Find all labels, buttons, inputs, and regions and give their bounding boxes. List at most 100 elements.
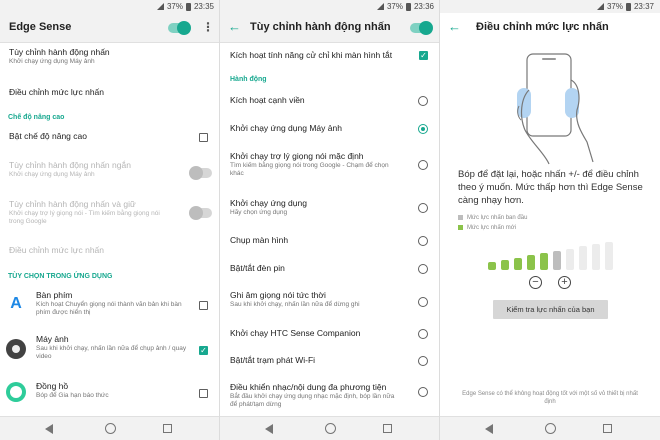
screen-adjust-force: 37% 23:37 ← Điều chỉnh mức lực nhấn Bóp …: [440, 0, 660, 440]
app-subtitle: Kích hoạt Chuyển giọng nói thành văn bản…: [36, 301, 182, 316]
decrease-force-button[interactable]: −: [529, 276, 542, 289]
nav-back-icon[interactable]: [265, 424, 273, 434]
case-footnote: Edge Sense có thể không hoạt động tốt vớ…: [462, 391, 638, 405]
action-subtitle: Hãy chọn ứng dụng: [230, 209, 288, 216]
action-title: Chụp màn hình: [230, 235, 289, 245]
nav-recent-icon[interactable]: [383, 424, 392, 433]
app-bar: ← Tùy chỉnh hành động nhấn: [220, 13, 440, 43]
force-level-bar: [488, 262, 496, 270]
edge-sense-master-toggle[interactable]: [168, 21, 191, 35]
status-bar: 37% 23:35: [0, 0, 220, 13]
keyboard-checkbox[interactable]: [199, 301, 208, 310]
item-title: Kích hoạt tính năng cử chỉ khi màn hình …: [230, 50, 393, 60]
action-radio[interactable]: [418, 297, 428, 307]
action-radio[interactable]: [418, 387, 428, 397]
long-squeeze-toggle: [189, 206, 212, 220]
app-name: Đồng hồ: [36, 381, 69, 391]
app-option-clock[interactable]: Đồng hồ Bóp để Gia hạn báo thức: [0, 381, 190, 400]
nav-home-icon[interactable]: [545, 423, 556, 434]
action-title: Khởi chạy ứng dụng: [230, 198, 307, 208]
action-item[interactable]: Ghi âm giọng nói tức thời Sau khi khởi c…: [220, 290, 400, 309]
action-item[interactable]: Khởi chạy ứng dụng Hãy chọn ứng dụng: [220, 198, 405, 217]
clock-checkbox[interactable]: [199, 389, 208, 398]
action-item[interactable]: Bật/tắt đèn pin: [220, 263, 405, 274]
clock-time: 23:35: [193, 2, 214, 11]
lock-screen-checkbox[interactable]: ✓: [419, 51, 428, 60]
battery-icon: [405, 2, 411, 11]
nav-home-icon[interactable]: [325, 423, 336, 434]
action-radio-selected[interactable]: [418, 124, 428, 134]
force-level-bar: [579, 246, 587, 270]
force-instruction: Bóp để đặt lại, hoặc nhấn +/- để điều ch…: [458, 169, 643, 206]
hand-phone-illustration: [517, 53, 594, 165]
app-option-camera[interactable]: Máy ảnh Sau khi khởi chạy, nhấn lần nữa …: [0, 334, 190, 361]
short-squeeze-item: Tùy chỉnh hành động nhấn ngắn Khởi chạy …: [0, 160, 170, 179]
action-item[interactable]: Chụp màn hình: [220, 235, 405, 246]
nav-bar: [440, 416, 660, 440]
item-title: Điều chỉnh mức lực nhấn: [9, 87, 105, 97]
action-item[interactable]: Điều khiển nhạc/nội dung đa phương tiện …: [220, 382, 398, 409]
nav-home-icon[interactable]: [105, 423, 116, 434]
page-title: Điều chỉnh mức lực nhấn: [476, 21, 609, 33]
item-title: Điều chỉnh mức lực nhấn: [9, 245, 105, 255]
action-item[interactable]: Khởi chạy trợ lý giọng nói mặc định Tìm …: [220, 151, 390, 178]
action-radio[interactable]: [418, 96, 428, 106]
action-subtitle: Bắt đầu khởi chạy ứng dụng nhạc mặc định…: [230, 393, 395, 408]
app-option-keyboard[interactable]: Bàn phím Kích hoạt Chuyển giọng nói thàn…: [0, 290, 190, 317]
back-arrow-icon[interactable]: ←: [448, 20, 461, 34]
action-item[interactable]: Khởi chạy ứng dụng Máy ảnh: [220, 123, 405, 134]
item-subtitle: Khởi chạy ứng dụng Máy ảnh: [9, 58, 95, 65]
action-radio[interactable]: [418, 160, 428, 170]
increase-force-button[interactable]: +: [558, 276, 571, 289]
action-radio[interactable]: [418, 203, 428, 213]
status-bar: 37% 23:37: [440, 0, 660, 13]
actions-section-header: Hành động: [230, 76, 267, 83]
nav-recent-icon[interactable]: [603, 424, 612, 433]
nav-bar: [0, 416, 220, 440]
action-item[interactable]: Kích hoạt cạnh viền: [220, 95, 405, 106]
item-title: Tùy chỉnh hành động nhấn ngắn: [9, 160, 131, 170]
action-item[interactable]: Bật/tắt trạm phát Wi-Fi: [220, 355, 405, 366]
back-arrow-icon[interactable]: ←: [228, 20, 241, 34]
nav-back-icon[interactable]: [485, 424, 493, 434]
advanced-mode-checkbox[interactable]: [199, 133, 208, 142]
force-level-bar: [553, 250, 561, 270]
page-title: Edge Sense: [9, 21, 72, 33]
action-radio[interactable]: [418, 236, 428, 246]
action-radio[interactable]: [418, 329, 428, 339]
force-level-bar: [540, 253, 548, 270]
force-level-bar: [514, 257, 522, 270]
legend-new-label: Mức lực nhấn mới: [467, 225, 516, 232]
long-squeeze-item: Tùy chỉnh hành động nhấn và giữ Khởi chạ…: [0, 199, 170, 226]
nav-back-icon[interactable]: [45, 424, 53, 434]
item-title: Tùy chỉnh hành động nhấn và giữ: [9, 199, 136, 209]
app-options-section-header: TÙY CHỌN TRONG ỨNG DỤNG: [8, 273, 113, 280]
action-title: Điều khiển nhạc/nội dung đa phương tiện: [230, 382, 387, 392]
custom-squeeze-item[interactable]: Tùy chỉnh hành động nhấn Khởi chạy ứng d…: [0, 47, 220, 66]
test-force-button[interactable]: Kiểm tra lực nhấn của bạn: [493, 300, 608, 319]
status-bar: 37% 23:36: [220, 0, 440, 13]
signal-icon: [156, 3, 164, 10]
lock-screen-gesture-item[interactable]: Kích hoạt tính năng cử chỉ khi màn hình …: [220, 50, 410, 61]
adjust-force-item[interactable]: Điều chỉnh mức lực nhấn: [0, 87, 220, 98]
action-title: Khởi chạy ứng dụng Máy ảnh: [230, 123, 342, 133]
force-level-bar: [605, 242, 613, 270]
adjust-force-disabled-item: Điều chỉnh mức lực nhấn: [0, 245, 220, 256]
more-options-icon[interactable]: ⋮: [202, 21, 214, 33]
action-item[interactable]: Khởi chạy HTC Sense Companion: [220, 328, 405, 339]
force-level-bar: [566, 248, 574, 270]
action-radio[interactable]: [418, 356, 428, 366]
action-radio[interactable]: [418, 264, 428, 274]
force-level-bars: [488, 240, 618, 270]
advanced-mode-item[interactable]: Bật chế độ nâng cao: [0, 131, 220, 142]
legend-initial-label: Mức lực nhấn ban đầu: [467, 215, 528, 222]
action-title: Ghi âm giọng nói tức thời: [230, 290, 326, 300]
action-title: Bật/tắt trạm phát Wi-Fi: [230, 355, 316, 365]
camera-checkbox[interactable]: ✓: [199, 346, 208, 355]
battery-icon: [185, 2, 191, 11]
force-level-bar: [527, 255, 535, 270]
nav-recent-icon[interactable]: [163, 424, 172, 433]
action-subtitle: Sau khi khởi chạy, nhấn lần nữa để dừng …: [230, 301, 360, 308]
clock-time: 23:36: [413, 2, 434, 11]
custom-squeeze-toggle[interactable]: [410, 21, 433, 35]
